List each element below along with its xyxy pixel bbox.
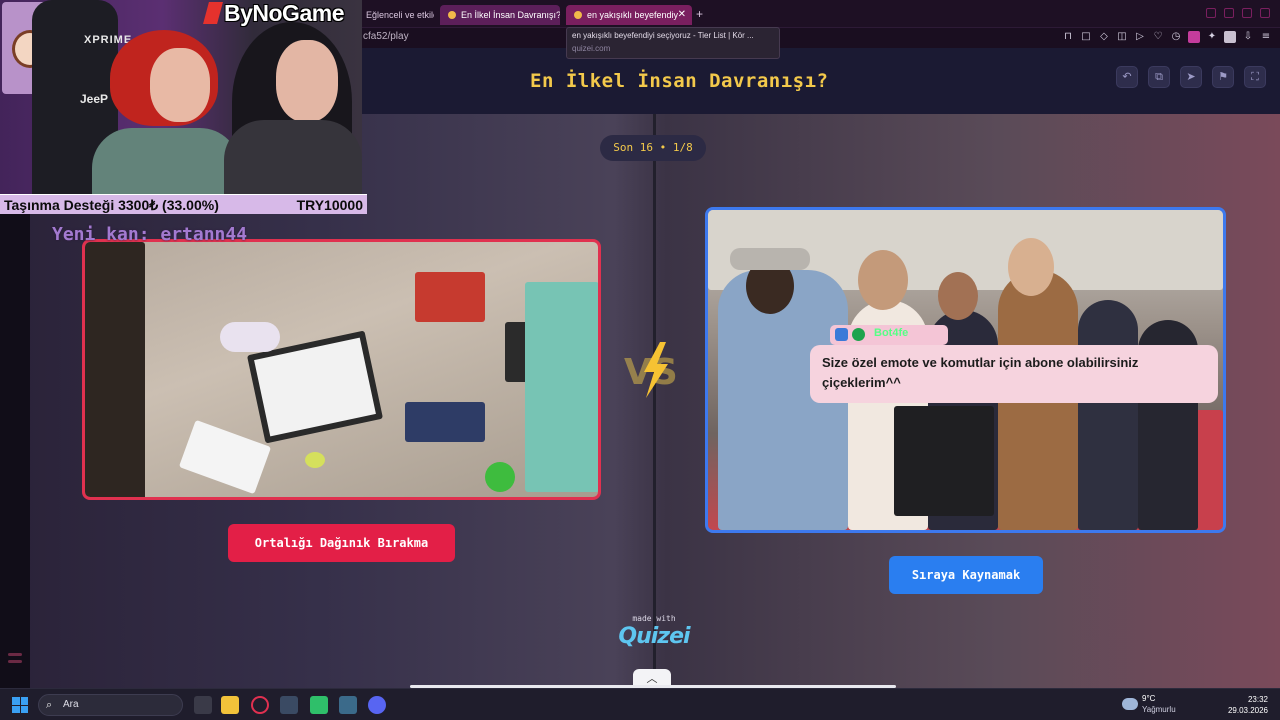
undo-icon[interactable]: ↶ bbox=[1116, 66, 1138, 88]
tab-tooltip: en yakışıklı beyefendiyi seçiyoruz - Tie… bbox=[566, 27, 780, 59]
taskbar-search[interactable]: ⌕ Ara bbox=[38, 694, 183, 716]
vs-icon: VS bbox=[624, 342, 678, 398]
made-with-label: made with bbox=[632, 614, 676, 623]
chat-user-tag: Bot4fe bbox=[830, 325, 948, 345]
fullscreen-icon[interactable]: ⛶ bbox=[1244, 66, 1266, 88]
play-icon[interactable]: ▷ bbox=[1134, 31, 1146, 43]
xbox-app-icon[interactable] bbox=[310, 696, 328, 714]
system-clock[interactable]: 23:32 29.03.2026 bbox=[1228, 694, 1268, 716]
streamer-2-body bbox=[224, 120, 362, 194]
drawing-paper bbox=[178, 419, 272, 495]
streamer-1-body bbox=[92, 128, 240, 194]
clock-icon[interactable]: ◷ bbox=[1170, 31, 1182, 43]
verified-icon bbox=[852, 328, 865, 341]
tab-favicon-icon bbox=[448, 11, 456, 19]
flag-icon[interactable]: ⚑ bbox=[1212, 66, 1234, 88]
weather-icon bbox=[1122, 698, 1138, 710]
url-field[interactable]: cfa52/play bbox=[363, 31, 409, 42]
plush-toy bbox=[220, 322, 280, 352]
opera-gx-icon[interactable] bbox=[251, 696, 269, 714]
chat-message: Size özel emote ve komutlar için abone o… bbox=[810, 345, 1218, 403]
task-view-icon[interactable] bbox=[194, 696, 212, 714]
download-icon[interactable]: ⇩ bbox=[1242, 31, 1254, 43]
clothes bbox=[405, 402, 485, 442]
windows-start-icon[interactable] bbox=[12, 697, 28, 713]
search-tabs-icon[interactable] bbox=[1206, 8, 1216, 18]
menu-icon[interactable]: ≡ bbox=[1260, 31, 1272, 43]
left-choice-image[interactable] bbox=[82, 239, 601, 500]
search-placeholder: Ara bbox=[63, 699, 79, 710]
header-actions: ↶ ⧉ ➤ ⚑ ⛶ bbox=[1116, 66, 1266, 88]
donation-goal-label: Taşınma Desteği 3300₺ (33.00%) bbox=[4, 197, 219, 213]
sidebar-item[interactable] bbox=[8, 660, 22, 663]
pin-icon[interactable]: ⊓ bbox=[1062, 31, 1074, 43]
shield-icon[interactable]: ◇ bbox=[1098, 31, 1110, 43]
subscriber-alert: Yeni kan: ertann44 bbox=[52, 224, 248, 245]
brand-logo-icon bbox=[203, 2, 223, 24]
close-tab-icon[interactable]: ✕ bbox=[678, 5, 686, 25]
page-title: En İlkel İnsan Davranışı? bbox=[530, 70, 829, 92]
file-explorer-icon[interactable] bbox=[221, 696, 239, 714]
close-window-icon[interactable] bbox=[1260, 8, 1270, 18]
cabinet bbox=[525, 282, 598, 492]
streamer-2-face bbox=[276, 40, 338, 122]
tooltip-title: en yakışıklı beyefendiyi seçiyoruz - Tie… bbox=[572, 31, 754, 40]
share-icon[interactable]: ⧉ bbox=[1148, 66, 1170, 88]
left-choice-button[interactable]: Ortalığı Dağınık Bırakma bbox=[228, 524, 455, 562]
extensions-icon[interactable]: ✦ bbox=[1206, 31, 1218, 43]
yellow-ball bbox=[305, 452, 325, 468]
weather-temp: 9°C bbox=[1142, 694, 1156, 703]
tab-eglenceli[interactable]: Eğlenceli ve etkile bbox=[358, 5, 434, 25]
quizei-logo[interactable]: Quizei bbox=[606, 624, 702, 649]
tab-en-ilkel[interactable]: En İlkel İnsan Davranışı? - bbox=[440, 5, 560, 25]
webcam-overlay: XPRIME JeeP bbox=[0, 0, 362, 194]
toy-pile bbox=[415, 272, 485, 322]
shelf bbox=[85, 242, 145, 497]
tab-label: Eğlenceli ve etkile bbox=[366, 10, 434, 20]
send-icon[interactable]: ➤ bbox=[1180, 66, 1202, 88]
person-4-head bbox=[1008, 238, 1054, 296]
steam-icon[interactable] bbox=[280, 696, 298, 714]
discord-icon[interactable] bbox=[368, 696, 386, 714]
screenshot-icon[interactable]: □ bbox=[1080, 31, 1092, 43]
channel-name: ByNoGame bbox=[224, 0, 344, 26]
sidebar-item[interactable] bbox=[8, 653, 22, 656]
person-2-head bbox=[858, 250, 908, 310]
round-badge: Son 16 • 1/8 bbox=[600, 135, 706, 161]
badge-icon bbox=[835, 328, 848, 341]
tab-label: En İlkel İnsan Davranışı? - bbox=[461, 10, 560, 20]
clock-time: 23:32 bbox=[1247, 695, 1268, 704]
weather-condition: Yağmurlu bbox=[1142, 705, 1176, 714]
tab-label: en yakışıklı beyefendiy bbox=[587, 10, 679, 20]
toolbar-icons: ⊓ □ ◇ ◫ ▷ ♡ ◷ ✦ ⇩ ≡ bbox=[1062, 31, 1272, 43]
network-app-icon[interactable] bbox=[339, 696, 357, 714]
donation-goal-target: TRY10000 bbox=[296, 197, 363, 213]
screen: Eğlenceli ve etkile En İlkel İnsan Davra… bbox=[0, 0, 1280, 720]
center-divider bbox=[653, 114, 656, 688]
chair-text: JeeP bbox=[80, 92, 109, 106]
profile-avatar-icon[interactable] bbox=[1224, 31, 1236, 43]
new-tab-button[interactable]: + bbox=[696, 7, 703, 21]
hat bbox=[730, 248, 810, 270]
heart-icon[interactable]: ♡ bbox=[1152, 31, 1164, 43]
search-icon: ⌕ bbox=[46, 698, 53, 711]
taskbar: ⌕ Ara 9°C Yağmurlu 23:32 29.03.2026 bbox=[0, 688, 1280, 720]
tooltip-domain: quizei.com bbox=[572, 44, 611, 53]
chat-overlay: Bot4fe Size özel emote ve komutlar için … bbox=[810, 325, 1218, 403]
green-toy bbox=[485, 462, 515, 492]
person-3-head bbox=[938, 272, 978, 320]
tab-en-yakisikli[interactable]: en yakışıklı beyefendiy ✕ bbox=[566, 5, 692, 25]
tab-favicon-icon bbox=[574, 11, 582, 19]
extension-pink-icon[interactable] bbox=[1188, 31, 1200, 43]
channel-brand: ByNoGame bbox=[203, 0, 344, 27]
right-choice-button[interactable]: Sıraya Kaynamak bbox=[889, 556, 1043, 594]
donation-goal-bar: Taşınma Desteği 3300₺ (33.00%) TRY10000 bbox=[0, 194, 367, 214]
shopping-bag bbox=[894, 406, 994, 516]
camera-icon[interactable]: ◫ bbox=[1116, 31, 1128, 43]
streamer-1-face bbox=[150, 48, 210, 122]
clock-date: 29.03.2026 bbox=[1227, 706, 1268, 715]
maximize-icon[interactable] bbox=[1242, 8, 1252, 18]
minimize-icon[interactable] bbox=[1224, 8, 1234, 18]
chat-username: Bot4fe bbox=[874, 327, 909, 339]
